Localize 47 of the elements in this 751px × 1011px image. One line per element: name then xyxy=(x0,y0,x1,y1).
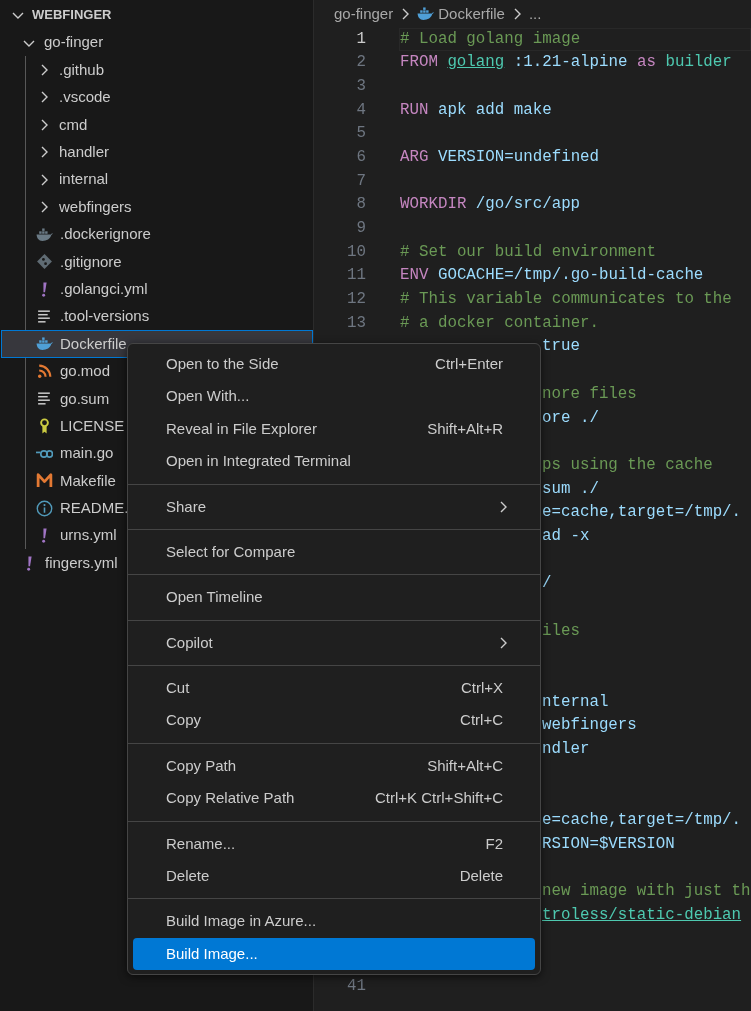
line-number: 2 xyxy=(355,52,366,74)
line-number: 1 xyxy=(355,28,366,50)
line-number: 4 xyxy=(355,99,366,121)
line-number: 9 xyxy=(355,218,366,239)
code-token: ARG xyxy=(400,146,429,168)
code-token: iles xyxy=(542,620,580,642)
code-token: sum ./ xyxy=(542,478,599,500)
code-token: RUN xyxy=(400,99,429,121)
line-number: 10 xyxy=(346,241,366,263)
code-token: as xyxy=(637,52,656,74)
line-number: 41 xyxy=(346,976,366,997)
line-number: 11 xyxy=(346,265,366,287)
code-token: WORKDIR xyxy=(400,194,467,216)
line-number: 12 xyxy=(346,289,366,311)
line-number: 6 xyxy=(355,146,366,168)
code-token: # Set our build environment xyxy=(400,241,656,263)
code-token: ENV xyxy=(400,265,429,287)
code-token: e=cache,target=/tmp/. xyxy=(542,810,742,832)
code-token: apk add make xyxy=(437,99,552,121)
line-number: 3 xyxy=(355,75,366,97)
code-token: nore files xyxy=(542,383,637,405)
code-token: RSION=$VERSION xyxy=(542,833,675,855)
code-token: # This variable communicates to the xyxy=(400,289,732,311)
code-token: e=cache,target=/tmp/. xyxy=(542,502,742,524)
code-token: builder xyxy=(665,52,732,74)
code-token: ore ./ xyxy=(542,407,599,429)
code-token: ad -x xyxy=(542,525,590,547)
line-number: 5 xyxy=(355,123,366,145)
code-token: VERSION=undefined xyxy=(437,146,600,168)
line-number: 7 xyxy=(355,170,366,192)
code-token: # Load golang image xyxy=(400,28,581,50)
code-token: new image with just th xyxy=(542,881,751,903)
code-token: nternal xyxy=(542,691,609,713)
code-token: true xyxy=(542,336,580,358)
code-token: golang xyxy=(447,52,505,74)
code-token: / xyxy=(542,573,552,595)
code-token: troless/static-debian xyxy=(542,904,742,926)
code-token: # a docker container. xyxy=(400,312,600,334)
code-token: /go/src/app xyxy=(475,194,581,216)
code-token: FROM xyxy=(400,52,438,74)
code-token: GOCACHE=/tmp/.go-build-cache xyxy=(437,265,704,287)
line-number: 13 xyxy=(346,312,366,334)
code-token: ps using the cache xyxy=(542,454,713,476)
line-number: 8 xyxy=(355,194,366,216)
code-token: ndler xyxy=(542,739,590,761)
code-token: :1.21-alpine xyxy=(513,52,628,74)
code-token: webfingers xyxy=(542,715,637,737)
